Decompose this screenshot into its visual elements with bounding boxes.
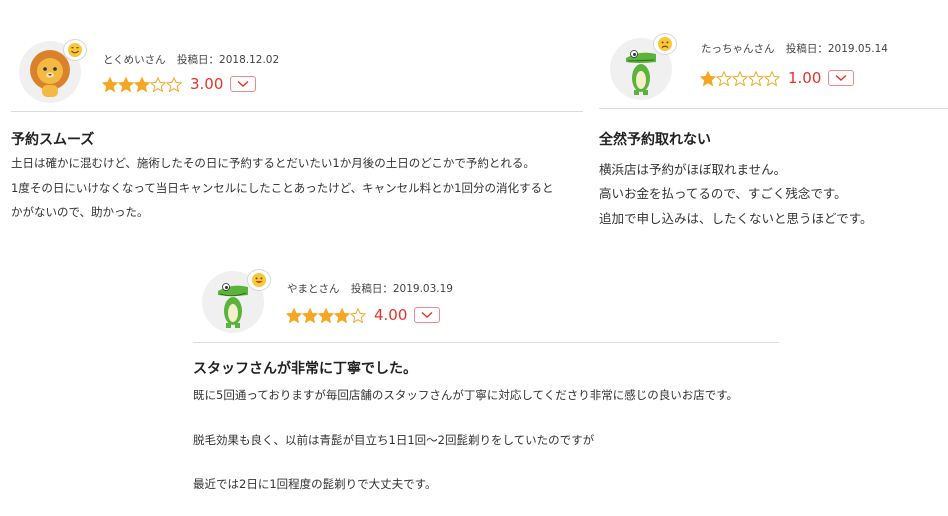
review-body-line: 脱毛効果も良く、以前は青髭が目立ち1日1回〜2回髭剃りをしていたのですが: [193, 433, 595, 447]
star-rating: [286, 307, 366, 323]
rating-score: 1.00: [788, 69, 822, 87]
username: とくめいさん: [103, 54, 166, 66]
review-body-line: 高いお金を払ってるので、すごく残念です。: [599, 186, 847, 201]
chevron-down-icon: [835, 74, 847, 81]
review-meta: やまとさん 投稿日：2019.03.19: [287, 281, 453, 296]
star-rating: [102, 76, 182, 92]
star-filled-icon: [334, 307, 350, 323]
review-card: たっちゃんさん 投稿日：2019.05.14 1.00 全然予約取れない 横浜店…: [590, 0, 948, 240]
star-empty-icon: [732, 70, 748, 86]
review-title: スタッフさんが非常に丁寧でした。: [193, 361, 417, 377]
review-body-line: 土日は確かに混むけど、施術したその日に予約するとだいたい1か月後の土日のどこかで…: [11, 156, 535, 170]
review-card: やまとさん 投稿日：2019.03.19 4.00 スタッフさんが非常に丁寧でし…: [180, 255, 790, 516]
review-meta: とくめいさん 投稿日：2018.12.02: [103, 52, 279, 67]
review-body-line: かがないので、助かった。: [11, 205, 149, 219]
star-empty-icon: [350, 307, 366, 323]
post-date: 投稿日：2019.03.19: [350, 283, 453, 295]
star-empty-icon: [716, 70, 732, 86]
star-filled-icon: [302, 307, 318, 323]
expand-toggle-button[interactable]: [414, 307, 441, 323]
star-rating: [700, 70, 780, 86]
star-empty-icon: [166, 76, 182, 92]
review-body-line: 既に5回通っておりますが毎回店舗のスタッフさんが丁寧に対応してくださり非常に感じ…: [193, 388, 739, 402]
rating-row: 1.00: [700, 69, 855, 87]
star-filled-icon: [700, 70, 716, 86]
review-body-line: 1度その日にいけなくなって当日キャンセルにしたことあったけど、キャンセル料とか1…: [11, 181, 554, 195]
divider: [11, 111, 583, 112]
username: たっちゃんさん: [701, 43, 775, 55]
star-empty-icon: [748, 70, 764, 86]
review-card: とくめいさん 投稿日：2018.12.02 3.00 予約スムーズ 土日は確かに…: [0, 0, 590, 240]
username: やまとさん: [287, 283, 340, 295]
expand-toggle-button[interactable]: [230, 76, 257, 92]
happy-face-icon: [247, 269, 271, 291]
chevron-down-icon: [237, 80, 249, 87]
rating-row: 4.00: [286, 306, 441, 324]
lion-icon: [19, 39, 87, 103]
post-date: 投稿日：2019.05.14: [785, 43, 888, 55]
expand-toggle-button[interactable]: [828, 70, 855, 86]
review-body-line: 横浜店は予約がほぼ取れません。: [599, 162, 787, 177]
star-filled-icon: [134, 76, 150, 92]
rating-score: 3.00: [190, 75, 224, 93]
star-empty-icon: [150, 76, 166, 92]
smile-face-icon: [63, 39, 87, 61]
star-empty-icon: [764, 70, 780, 86]
divider: [193, 342, 779, 343]
review-title: 予約スムーズ: [11, 132, 95, 148]
sad-face-icon: [653, 33, 677, 55]
crocodile-icon: [202, 269, 271, 333]
rating-score: 4.00: [374, 306, 408, 324]
post-date: 投稿日：2018.12.02: [177, 54, 280, 66]
chevron-down-icon: [421, 311, 433, 318]
crocodile-icon: [610, 33, 677, 100]
star-filled-icon: [318, 307, 334, 323]
rating-row: 3.00: [102, 75, 257, 93]
review-title: 全然予約取れない: [599, 132, 711, 148]
review-body-line: 追加で申し込みは、したくないと思うほどです。: [599, 211, 873, 226]
divider: [599, 108, 948, 109]
star-filled-icon: [102, 76, 118, 92]
review-meta: たっちゃんさん 投稿日：2019.05.14: [701, 41, 888, 56]
review-body-line: 最近では2日に1回程度の髭剃りで大丈夫です。: [193, 477, 437, 491]
star-filled-icon: [286, 307, 302, 323]
star-filled-icon: [118, 76, 134, 92]
